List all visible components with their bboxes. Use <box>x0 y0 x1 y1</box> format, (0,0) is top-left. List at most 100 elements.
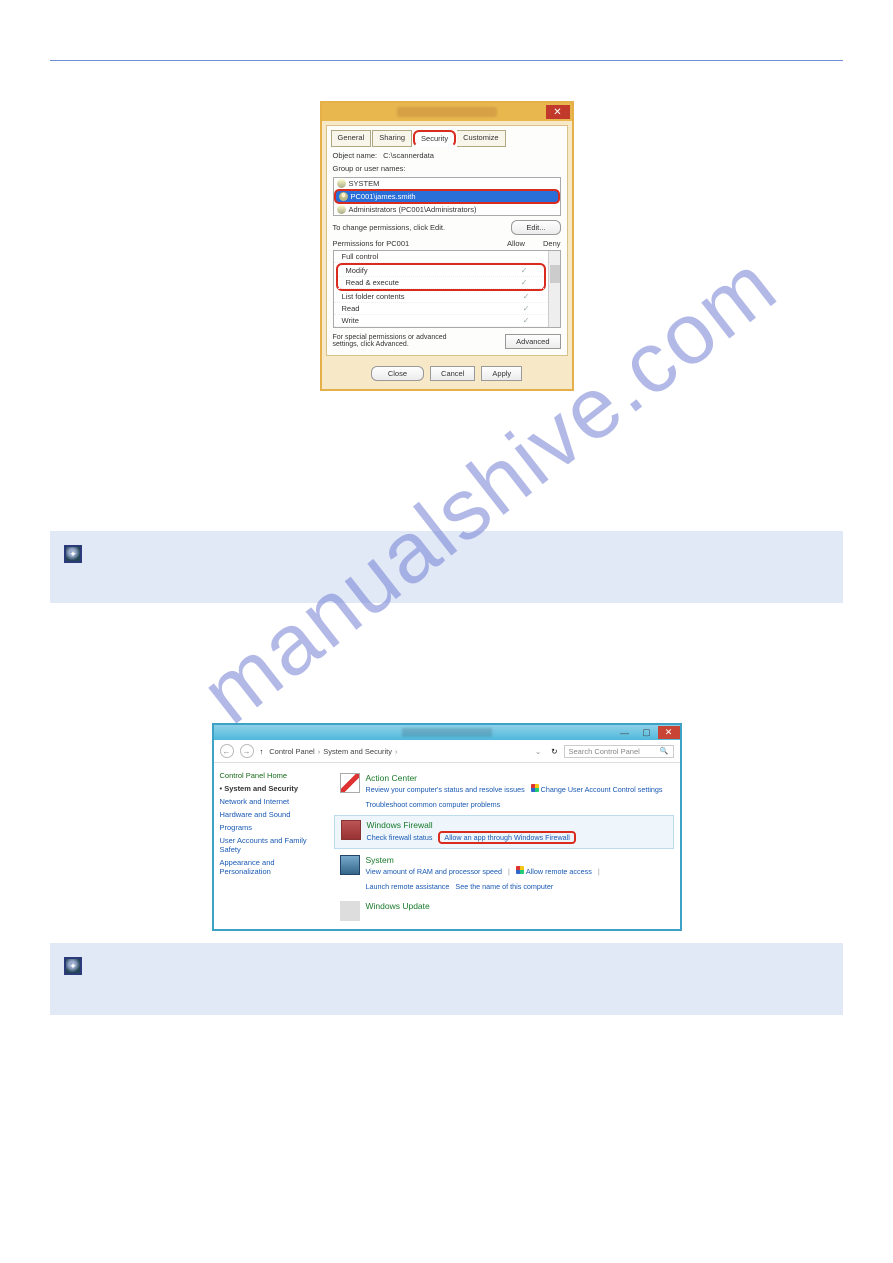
tab-strip: General Sharing Security Customize <box>331 130 563 147</box>
category-title[interactable]: Action Center <box>366 773 668 783</box>
scrollbar[interactable] <box>548 251 560 327</box>
system-icon <box>340 855 360 875</box>
permissions-label: Permissions for PC001 <box>333 239 410 248</box>
sidebar-home-link[interactable]: Control Panel Home <box>220 771 328 780</box>
perm-name: Read <box>342 304 360 313</box>
perm-row: Full control <box>334 251 560 263</box>
user-row-admins[interactable]: Administrators (PC001\Administrators) <box>334 204 560 215</box>
link-highlighted[interactable]: Allow an app through Windows Firewall <box>438 831 575 844</box>
group-icon <box>337 205 346 214</box>
chevron-down-icon[interactable]: ⌄ <box>535 747 541 756</box>
crumb[interactable]: System and Security <box>323 747 392 756</box>
link[interactable]: Check firewall status <box>367 833 433 842</box>
sidebar-item-accounts[interactable]: User Accounts and Family Safety <box>220 836 328 854</box>
note-box-2: ✦ <box>50 943 843 1015</box>
tab-general[interactable]: General <box>331 130 372 147</box>
perm-name: Full control <box>342 252 379 261</box>
perm-name: Modify <box>346 266 368 275</box>
object-name-row: Object name: C:\scannerdata <box>333 151 561 160</box>
breadcrumb[interactable]: Control Panel › System and Security › <box>269 747 529 756</box>
up-button[interactable]: ↑ <box>260 747 264 756</box>
refresh-button[interactable]: ↻ <box>551 747 557 756</box>
search-input[interactable]: Search Control Panel 🔍 <box>564 745 674 758</box>
check-icon: ✓ <box>523 304 530 313</box>
back-button[interactable]: ← <box>220 744 234 758</box>
cancel-button[interactable]: Cancel <box>430 366 475 381</box>
group-icon <box>337 179 346 188</box>
tab-security[interactable]: Security <box>413 130 456 147</box>
scroll-thumb[interactable] <box>550 265 560 283</box>
perm-name: Write <box>342 316 359 325</box>
link[interactable]: Change User Account Control settings <box>541 785 663 794</box>
window-body: Control Panel Home System and Security N… <box>214 763 680 929</box>
users-listbox[interactable]: SYSTEM PC001\james.smith Administrators … <box>333 177 561 216</box>
check-icon: ✓ <box>521 266 528 275</box>
window-controls: — ▢ ✕ <box>614 726 680 739</box>
minimize-button[interactable]: — <box>614 726 636 739</box>
user-name: PC001\james.smith <box>351 192 416 201</box>
chevron-right-icon: › <box>395 747 398 756</box>
check-icon: ✓ <box>521 278 528 287</box>
category-title[interactable]: System <box>366 855 668 865</box>
link[interactable]: See the name of this computer <box>455 882 553 891</box>
perm-row: Read & execute ✓ <box>338 277 544 289</box>
perm-name: List folder contents <box>342 292 405 301</box>
link[interactable]: Troubleshoot common computer problems <box>366 800 501 809</box>
sidebar-item-system-security[interactable]: System and Security <box>220 784 328 793</box>
category-system: System View amount of RAM and processor … <box>334 851 674 895</box>
user-row-system[interactable]: SYSTEM <box>334 178 560 189</box>
category-title[interactable]: Windows Update <box>366 901 430 911</box>
close-button[interactable]: ✕ <box>546 105 570 119</box>
sidebar-item-hardware[interactable]: Hardware and Sound <box>220 810 328 819</box>
window-titlebar: — ▢ ✕ <box>214 725 680 740</box>
sidebar-item-appearance[interactable]: Appearance and Personalization <box>220 858 328 876</box>
maximize-button[interactable]: ▢ <box>636 726 658 739</box>
advanced-button[interactable]: Advanced <box>505 334 560 349</box>
sidebar-item-network[interactable]: Network and Internet <box>220 797 328 806</box>
tab-sharing[interactable]: Sharing <box>372 130 412 147</box>
group-users-label: Group or user names: <box>333 164 406 173</box>
shield-icon <box>516 866 524 874</box>
crumb[interactable]: Control Panel <box>269 747 314 756</box>
nav-bar: ← → ↑ Control Panel › System and Securit… <box>214 740 680 763</box>
note-box-1: ✦ <box>50 531 843 603</box>
update-icon <box>340 901 360 921</box>
user-name: Administrators (PC001\Administrators) <box>349 205 477 214</box>
properties-dialog: ✕ General Sharing Security Customize Obj… <box>320 101 574 391</box>
link[interactable]: Allow remote access <box>526 867 592 876</box>
link[interactable]: Launch remote assistance <box>366 882 450 891</box>
perm-row: Write ✓ <box>334 315 560 327</box>
link[interactable]: Review your computer's status and resolv… <box>366 785 525 794</box>
perm-row: List folder contents ✓ <box>334 291 560 303</box>
tab-customize[interactable]: Customize <box>457 130 505 147</box>
perm-row: Read ✓ <box>334 303 560 315</box>
sidebar-item-programs[interactable]: Programs <box>220 823 328 832</box>
category-windows-update: Windows Update <box>334 897 674 921</box>
shield-icon <box>531 784 539 792</box>
flag-icon <box>340 773 360 793</box>
dialog-titlebar: ✕ <box>322 103 572 121</box>
dialog-body: General Sharing Security Customize Objec… <box>326 125 568 356</box>
user-icon <box>339 192 348 201</box>
separator: | <box>508 867 510 876</box>
link[interactable]: View amount of RAM and processor speed <box>366 867 503 876</box>
perm-name: Read & execute <box>346 278 399 287</box>
permissions-header: Permissions for PC001 Allow Deny <box>333 239 561 248</box>
advanced-text: For special permissions or advanced sett… <box>333 334 463 348</box>
close-dialog-button[interactable]: Close <box>371 366 424 381</box>
category-title[interactable]: Windows Firewall <box>367 820 576 830</box>
check-icon: ✓ <box>523 316 530 325</box>
dialog-footer: Close Cancel Apply <box>322 360 572 389</box>
check-icon: ✓ <box>523 292 530 301</box>
firewall-icon <box>341 820 361 840</box>
close-button[interactable]: ✕ <box>658 726 680 739</box>
control-panel-window: — ▢ ✕ ← → ↑ Control Panel › System and S… <box>212 723 682 931</box>
allow-header: Allow <box>507 239 525 248</box>
group-label-row: Group or user names: <box>333 164 561 173</box>
apply-button[interactable]: Apply <box>481 366 522 381</box>
forward-button[interactable]: → <box>240 744 254 758</box>
edit-button[interactable]: Edit... <box>511 220 560 235</box>
page-top-rule <box>50 60 843 61</box>
user-row-selected[interactable]: PC001\james.smith <box>334 189 560 204</box>
category-links: View amount of RAM and processor speed |… <box>366 866 668 891</box>
